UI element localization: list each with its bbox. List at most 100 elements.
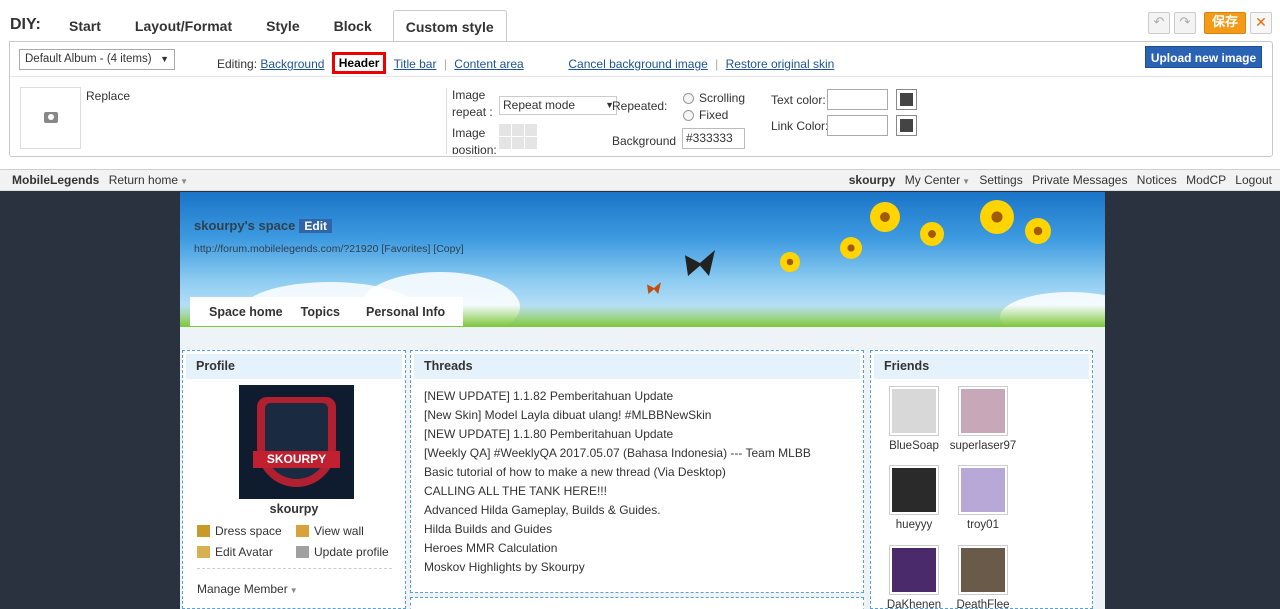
space-nav: Space home Topics Personal Info: [190, 297, 464, 326]
friend-avatar: [889, 545, 939, 595]
position-cell[interactable]: [525, 137, 537, 149]
redo-icon[interactable]: ↷: [1174, 12, 1196, 34]
logout-link[interactable]: Logout: [1235, 173, 1272, 187]
caret-down-icon: ▼: [180, 177, 188, 186]
friend-name: DeathFlee: [956, 599, 1010, 609]
sunflower: [870, 202, 900, 232]
close-button[interactable]: ✕: [1250, 12, 1272, 34]
radio-fixed[interactable]: [683, 110, 694, 121]
manage-member-link[interactable]: Manage Member ▼: [197, 582, 298, 596]
repeat-mode-value: Repeat mode: [503, 98, 576, 112]
link-color-input[interactable]: [827, 115, 888, 136]
thread-link[interactable]: [NEW UPDATE] 1.1.80 Pemberitahuan Update: [424, 425, 811, 444]
sunflower: [920, 222, 944, 246]
tab-start[interactable]: Start: [52, 10, 118, 42]
profile-heading: Profile: [186, 354, 402, 379]
image-thumbnail[interactable]: [20, 87, 81, 149]
thread-link[interactable]: Heroes MMR Calculation: [424, 539, 811, 558]
my-center-link[interactable]: My Center ▼: [905, 173, 970, 187]
thread-link[interactable]: [NEW UPDATE] 1.1.82 Pemberitahuan Update: [424, 387, 811, 406]
profile-username[interactable]: skourpy: [183, 502, 405, 516]
tab-style[interactable]: Style: [249, 10, 316, 42]
return-home-link[interactable]: Return home ▼: [109, 173, 188, 187]
link-header-selected[interactable]: Header: [331, 52, 387, 74]
friend-name: hueyyy: [895, 519, 933, 531]
friend-avatar: [958, 545, 1008, 595]
edit-avatar-label: Edit Avatar: [215, 545, 273, 559]
divider: [446, 88, 447, 154]
space-url[interactable]: http://forum.mobilelegends.com/?21920 [F…: [194, 243, 464, 255]
link-restore-skin[interactable]: Restore original skin: [726, 57, 835, 71]
save-button[interactable]: 保存: [1204, 12, 1246, 34]
site-topbar: MobileLegends Return home ▼ skourpy My Ce…: [0, 170, 1280, 191]
link-color-picker-icon[interactable]: [896, 115, 917, 136]
text-color-picker-icon[interactable]: [896, 89, 917, 110]
link-title-bar[interactable]: Title bar: [394, 57, 437, 71]
friend-item[interactable]: DaKhenen: [879, 545, 949, 609]
profile-block: Profile SKOURPY skourpy Dress space View…: [182, 350, 406, 609]
tab-custom-style[interactable]: Custom style: [392, 10, 507, 42]
link-content-area[interactable]: Content area: [454, 57, 523, 71]
thread-link[interactable]: Advanced Hilda Gameplay, Builds & Guides…: [424, 501, 811, 520]
notices-link[interactable]: Notices: [1137, 173, 1177, 187]
nav-personal-info[interactable]: Personal Info: [366, 305, 445, 319]
position-cell[interactable]: [499, 137, 511, 149]
link-cancel-background[interactable]: Cancel background image: [568, 57, 707, 71]
edit-avatar-link[interactable]: Edit Avatar: [197, 545, 273, 559]
nav-topics[interactable]: Topics: [301, 305, 340, 319]
profile-card-icon: [296, 546, 309, 558]
camera-icon: [44, 112, 58, 123]
dress-space-link[interactable]: Dress space: [197, 524, 282, 538]
friend-item[interactable]: hueyyy: [879, 465, 949, 531]
friend-item[interactable]: DeathFlee: [945, 545, 1021, 609]
modcp-link[interactable]: ModCP: [1186, 173, 1226, 187]
nav-space-home[interactable]: Space home: [209, 305, 283, 319]
diy-title: DIY:: [10, 16, 41, 33]
repeat-mode-select[interactable]: Repeat mode ▼: [499, 96, 617, 115]
user-name[interactable]: skourpy: [849, 173, 896, 187]
image-position-label-1: Image: [452, 126, 486, 140]
tab-layout-format[interactable]: Layout/Format: [118, 10, 249, 42]
thread-link[interactable]: Hilda Builds and Guides: [424, 520, 811, 539]
thread-link[interactable]: Basic tutorial of how to make a new thre…: [424, 463, 811, 482]
background-color-input[interactable]: #333333: [682, 128, 745, 149]
upload-new-image-button[interactable]: Upload new image: [1145, 46, 1262, 68]
thread-link[interactable]: Moskov Highlights by Skourpy: [424, 558, 811, 577]
settings-link[interactable]: Settings: [979, 173, 1022, 187]
avatar[interactable]: SKOURPY: [239, 385, 354, 499]
chevron-down-icon: ▼: [160, 54, 169, 64]
my-center-label: My Center: [904, 173, 961, 187]
position-cell[interactable]: [525, 124, 537, 136]
replace-label[interactable]: Replace: [86, 89, 130, 103]
link-background[interactable]: Background: [260, 57, 324, 71]
friend-name: DaKhenen: [886, 599, 942, 609]
view-wall-link[interactable]: View wall: [296, 524, 364, 538]
friend-item[interactable]: superlaser97: [945, 386, 1021, 452]
private-messages-link[interactable]: Private Messages: [1032, 173, 1127, 187]
manage-member-label: Manage Member: [197, 582, 288, 596]
album-select[interactable]: Default Album - (4 items) ▼: [19, 49, 175, 70]
tab-block[interactable]: Block: [317, 10, 389, 42]
caret-down-icon: ▼: [962, 177, 971, 186]
site-name[interactable]: MobileLegends: [12, 173, 99, 187]
thread-link[interactable]: CALLING ALL THE TANK HERE!!!: [424, 482, 811, 501]
editing-links: Editing: Background Header Title bar | C…: [217, 52, 835, 75]
return-home-label: Return home: [108, 173, 179, 187]
undo-icon[interactable]: ↶: [1148, 12, 1170, 34]
radio-scrolling[interactable]: [683, 93, 694, 104]
text-color-input[interactable]: [827, 89, 888, 110]
image-position-grid[interactable]: [499, 124, 537, 149]
position-cell[interactable]: [512, 137, 524, 149]
thread-link[interactable]: [New Skin] Model Layla dibuat ulang! #ML…: [424, 406, 811, 425]
scrolling-label: Scrolling: [699, 91, 746, 105]
friend-item[interactable]: troy01: [945, 465, 1021, 531]
friend-item[interactable]: BlueSoap: [879, 386, 949, 452]
thread-link[interactable]: [Weekly QA] #WeeklyQA 2017.05.07 (Bahasa…: [424, 444, 811, 463]
position-cell[interactable]: [499, 124, 511, 136]
position-cell[interactable]: [512, 124, 524, 136]
update-profile-link[interactable]: Update profile: [296, 545, 389, 559]
edit-space-button[interactable]: Edit: [299, 219, 333, 233]
avatar-text: SKOURPY: [253, 451, 340, 468]
diy-actions: ↶ ↷ 保存 ✕: [1148, 12, 1272, 34]
threads-list: [NEW UPDATE] 1.1.82 Pemberitahuan Update…: [424, 387, 811, 577]
